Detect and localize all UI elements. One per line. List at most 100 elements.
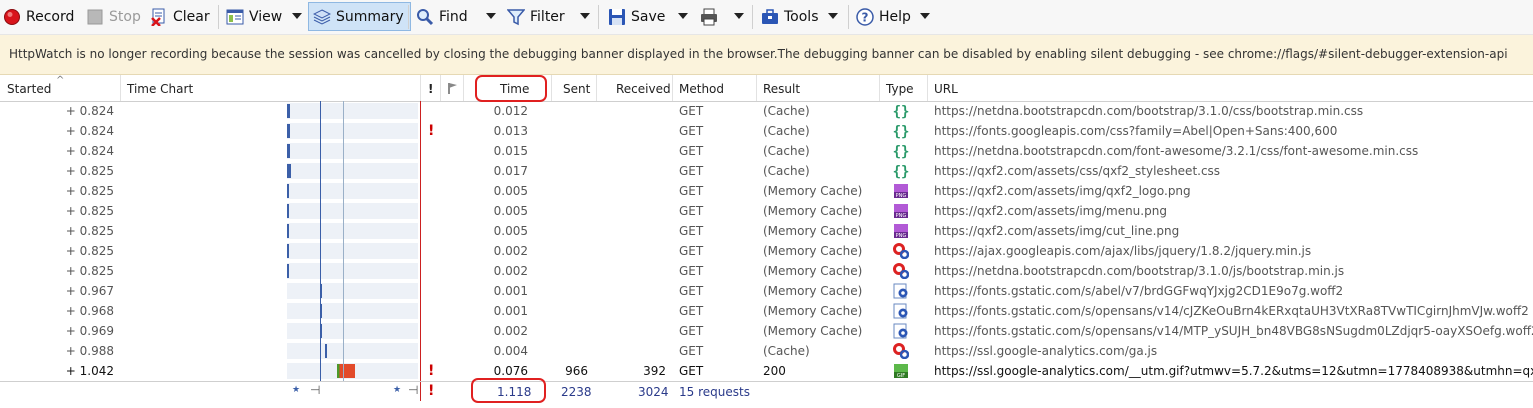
filter-dropdown-icon[interactable] — [580, 13, 590, 19]
find-dropdown-icon[interactable] — [486, 13, 496, 19]
time-chart-bar — [287, 124, 290, 138]
time-chart-bar — [287, 184, 290, 198]
result-cell: (Memory Cache) — [763, 244, 863, 258]
time-chart-marker-line — [320, 101, 321, 381]
table-row[interactable]: + 0.825 0.002 GET (Memory Cache) https://aja… — [0, 241, 1533, 261]
column-divider[interactable] — [440, 75, 441, 101]
column-divider[interactable] — [672, 75, 673, 101]
view-button[interactable]: View — [226, 3, 282, 31]
tools-dropdown-icon[interactable] — [828, 13, 838, 19]
column-header-type[interactable]: Type — [886, 82, 914, 96]
started-cell: + 0.825 — [65, 204, 114, 218]
clear-label: Clear — [173, 9, 210, 25]
column-divider[interactable] — [879, 75, 880, 101]
table-row[interactable]: + 0.825 0.005 GET (Memory Cache) PNG https://… — [0, 221, 1533, 241]
column-header-time-chart[interactable]: Time Chart — [127, 82, 193, 96]
table-row[interactable]: + 0.825 0.002 GET (Memory Cache) https://net… — [0, 261, 1533, 281]
result-cell: (Cache) — [763, 144, 810, 158]
column-divider[interactable] — [420, 75, 421, 101]
column-header-result[interactable]: Result — [763, 82, 800, 96]
result-cell: (Cache) — [763, 344, 810, 358]
print-dropdown-icon[interactable] — [734, 13, 744, 19]
method-cell: GET — [679, 324, 704, 338]
time-chart-bar — [324, 344, 327, 358]
filter-button[interactable]: Filter — [506, 3, 565, 31]
column-divider[interactable] — [463, 75, 464, 101]
time-chart-bar — [287, 264, 290, 278]
stop-label: Stop — [109, 9, 141, 25]
find-button[interactable]: Find — [416, 3, 468, 31]
table-row[interactable]: + 0.825 0.017 GET (Cache) {} https://qxf2.com… — [0, 161, 1533, 181]
column-header-error[interactable]: ! — [428, 82, 433, 96]
help-icon: ? — [856, 8, 874, 26]
time-chart-bar — [287, 104, 290, 118]
result-cell: 200 — [763, 364, 786, 378]
time-chart-track — [287, 143, 418, 159]
column-divider[interactable] — [927, 75, 928, 101]
save-dropdown-icon[interactable] — [678, 13, 688, 19]
column-divider[interactable] — [551, 75, 552, 101]
table-row[interactable]: + 0.968 0.001 GET (Memory Cache) https://fon… — [0, 301, 1533, 321]
method-cell: GET — [679, 304, 704, 318]
started-cell: + 0.968 — [65, 304, 114, 318]
clear-button[interactable]: Clear — [150, 3, 210, 31]
column-divider[interactable] — [120, 75, 121, 101]
stop-button[interactable]: Stop — [86, 3, 141, 31]
summary-button[interactable]: Summary — [308, 2, 411, 31]
table-row[interactable]: + 0.824 0.012 GET (Cache) {} https://netdna.b… — [0, 101, 1533, 121]
time-cell: 0.001 — [493, 284, 528, 298]
help-dropdown-icon[interactable] — [920, 13, 930, 19]
column-divider[interactable] — [596, 75, 597, 101]
js-file-icon — [893, 343, 910, 360]
time-chart-cell — [120, 361, 420, 381]
method-cell: GET — [679, 204, 704, 218]
record-button[interactable]: Record — [3, 3, 74, 31]
js-file-icon — [893, 243, 910, 260]
summary-footer: ★ ⊣ ★ ⊣ ! 1.118 2238 3024 15 requests — [0, 381, 1533, 402]
view-dropdown-icon[interactable] — [292, 13, 302, 19]
column-header-received[interactable]: Received — [616, 82, 671, 96]
column-header-sent[interactable]: Sent — [563, 82, 590, 96]
save-button[interactable]: Save — [608, 3, 665, 31]
time-cell: 0.017 — [493, 164, 528, 178]
summary-icon — [312, 8, 332, 26]
column-header-method[interactable]: Method — [679, 82, 724, 96]
url-cell: https://ssl.google-analytics.com/ga.js — [934, 344, 1158, 358]
method-cell: GET — [679, 364, 704, 378]
time-cell: 0.004 — [493, 344, 528, 358]
time-marker-icon: ⊣ — [310, 383, 321, 397]
table-row[interactable]: + 0.969 0.002 GET (Memory Cache) https://fon… — [0, 321, 1533, 341]
column-header-url[interactable]: URL — [934, 82, 958, 96]
column-divider[interactable] — [756, 75, 757, 101]
url-cell: https://ajax.googleapis.com/ajax/libs/jq… — [934, 244, 1312, 258]
table-row[interactable]: + 0.824! 0.013 GET (Cache) {} https://fonts.g… — [0, 121, 1533, 141]
save-label: Save — [631, 9, 666, 25]
time-cell: 0.005 — [493, 184, 528, 198]
time-cell: 0.076 — [493, 364, 528, 378]
time-chart-track — [287, 243, 418, 259]
table-row[interactable]: + 0.825 0.005 GET (Memory Cache) PNG https://… — [0, 201, 1533, 221]
url-cell: https://qxf2.com/assets/css/qxf2_stylesh… — [934, 164, 1221, 178]
table-row[interactable]: + 0.967 0.001 GET (Memory Cache) https://fon… — [0, 281, 1533, 301]
time-chart-cell — [120, 181, 420, 201]
result-cell: (Cache) — [763, 164, 810, 178]
table-row[interactable]: + 0.988 0.004 GET (Cache) https://ssl.google… — [0, 341, 1533, 361]
table-row[interactable]: + 1.042! 0.076 966 392 GET 200 GIF https://ssl.… — [0, 361, 1533, 381]
column-header-flag-icon[interactable] — [447, 82, 459, 97]
started-cell: + 0.825 — [65, 264, 114, 278]
url-cell: https://netdna.bootstrapcdn.com/bootstra… — [934, 264, 1345, 278]
css-file-icon: {} — [893, 143, 910, 160]
print-button[interactable] — [700, 3, 723, 31]
column-header-started[interactable]: Started — [7, 82, 51, 96]
time-cell: 0.001 — [493, 304, 528, 318]
png-file-icon: PNG — [893, 203, 909, 219]
help-button[interactable]: ? Help — [856, 3, 911, 31]
clear-icon — [150, 8, 168, 27]
table-row[interactable]: + 0.825 0.005 GET (Memory Cache) PNG https://… — [0, 181, 1533, 201]
started-cell: + 1.042 — [65, 364, 114, 378]
tools-button[interactable]: Tools — [761, 3, 819, 31]
toolbar-separator — [848, 5, 849, 29]
time-chart-bar — [287, 244, 290, 258]
table-row[interactable]: + 0.824 0.015 GET (Cache) {} https://netdna.b… — [0, 141, 1533, 161]
tools-label: Tools — [784, 9, 819, 25]
